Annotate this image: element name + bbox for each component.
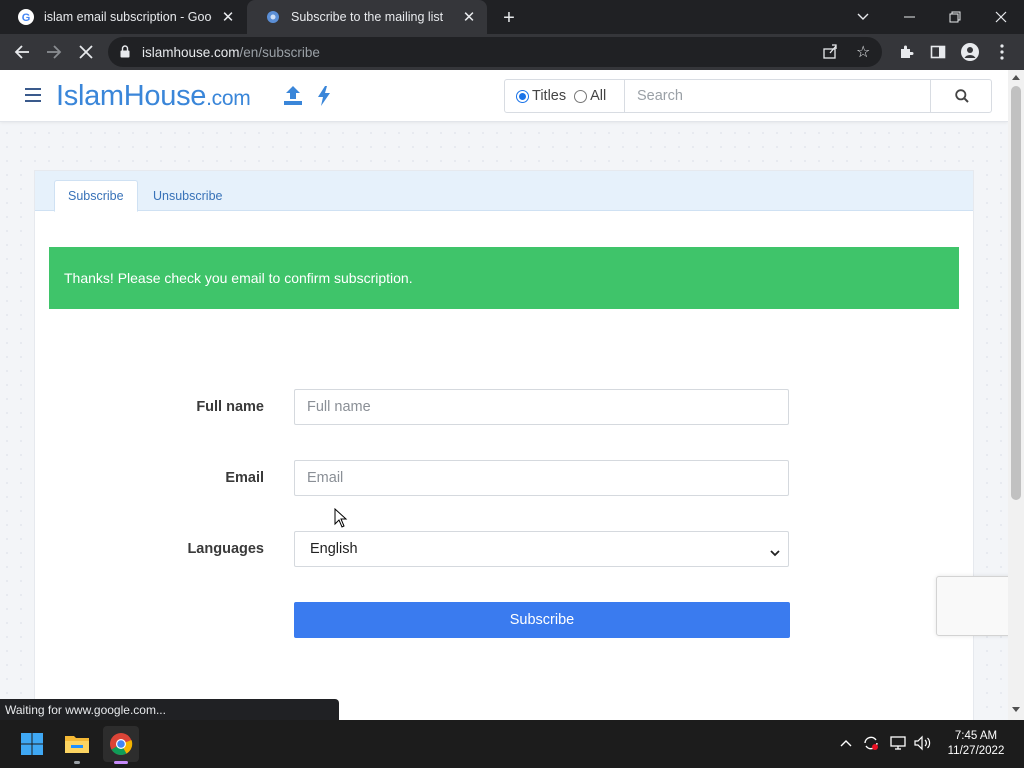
lock-icon[interactable]: [120, 45, 130, 63]
radio-checked-icon: [516, 89, 529, 103]
email-label: Email: [225, 470, 264, 486]
restore-icon[interactable]: [932, 0, 978, 34]
scope-titles-radio[interactable]: Titles: [516, 88, 566, 104]
back-icon[interactable]: [8, 38, 36, 66]
tray-overflow-chevron-icon[interactable]: [840, 734, 852, 752]
sync-alert-icon[interactable]: [862, 735, 880, 756]
page-viewport: IslamHouse.com Titles All Subscribe Unsu…: [0, 70, 1008, 720]
windows-start-icon[interactable]: [14, 726, 50, 762]
tab-title: islam email subscription - Google: [44, 10, 212, 24]
browser-toolbar: islamhouse.com/en/subscribe ☆: [0, 34, 1024, 70]
language-select[interactable]: English: [294, 531, 789, 567]
panel-tabs: Subscribe Unsubscribe: [35, 171, 973, 212]
windows-taskbar: 7:45 AM 11/27/2022: [0, 720, 1024, 768]
subscribe-button[interactable]: Subscribe: [294, 602, 790, 638]
tab-subscribe[interactable]: Subscribe: [54, 180, 138, 212]
chrome-active-indicator: [114, 761, 128, 764]
menu-kebab-icon[interactable]: [988, 38, 1016, 66]
extensions-icon[interactable]: [892, 38, 920, 66]
clock-time: 7:45 AM: [954, 730, 998, 742]
new-tab-icon[interactable]: +: [498, 7, 520, 29]
status-bubble: Waiting for www.google.com...: [0, 699, 339, 720]
site-header: IslamHouse.com Titles All: [0, 70, 1008, 122]
taskbar-clock[interactable]: 7:45 AM 11/27/2022: [940, 729, 1012, 759]
site-favicon-icon: [265, 9, 281, 25]
upload-icon[interactable]: [283, 85, 303, 112]
hamburger-menu-icon[interactable]: [25, 88, 41, 102]
search-input[interactable]: [627, 81, 929, 111]
minimize-icon[interactable]: [886, 0, 932, 34]
scroll-up-icon[interactable]: [1012, 75, 1020, 80]
share-icon[interactable]: [822, 43, 838, 64]
site-logo[interactable]: IslamHouse.com: [56, 80, 251, 113]
scrollbar-thumb[interactable]: [1011, 86, 1021, 500]
page-scrollbar[interactable]: [1008, 70, 1024, 720]
search-group: Titles All: [504, 79, 992, 113]
search-scope: Titles All: [505, 80, 625, 112]
radio-unchecked-icon: [574, 89, 588, 103]
close-tab-icon[interactable]: ✕: [461, 9, 477, 26]
success-alert: Thanks! Please check you email to confir…: [49, 247, 959, 309]
scroll-down-icon[interactable]: [1012, 707, 1020, 712]
close-window-icon[interactable]: [978, 0, 1024, 34]
svg-text:G: G: [22, 12, 31, 24]
close-tab-icon[interactable]: ✕: [220, 9, 236, 26]
search-button[interactable]: [930, 80, 992, 112]
bookmark-star-icon[interactable]: ☆: [856, 42, 870, 62]
email-field[interactable]: [294, 460, 789, 496]
file-explorer-icon[interactable]: [59, 726, 95, 762]
languages-label: Languages: [187, 541, 264, 557]
scope-all-radio[interactable]: All: [574, 88, 606, 104]
volume-icon[interactable]: [914, 735, 932, 756]
chrome-taskbar-icon[interactable]: [103, 726, 139, 762]
lightning-icon[interactable]: [316, 85, 332, 112]
profile-icon[interactable]: [956, 38, 984, 66]
browser-tab-subscribe[interactable]: Subscribe to the mailing list ✕: [247, 0, 487, 34]
tab-title: Subscribe to the mailing list: [291, 10, 444, 24]
search-icon: [954, 89, 969, 103]
mouse-cursor-icon: [334, 508, 348, 528]
google-icon: G: [18, 9, 34, 25]
url-text: islamhouse.com/en/subscribe: [142, 45, 320, 60]
tab-unsubscribe[interactable]: Unsubscribe: [140, 180, 235, 211]
chevron-down-icon: [770, 545, 780, 561]
browser-tabstrip: G islam email subscription - Google ✕ Su…: [0, 0, 1024, 34]
forward-icon[interactable]: [40, 38, 68, 66]
clock-date: 11/27/2022: [947, 745, 1005, 757]
subscribe-panel: Subscribe Unsubscribe Thanks! Please che…: [34, 170, 974, 720]
fullname-field[interactable]: [294, 389, 789, 425]
browser-tab-google[interactable]: G islam email subscription - Google ✕: [0, 0, 246, 34]
side-panel-icon[interactable]: [924, 38, 952, 66]
recaptcha-badge[interactable]: [936, 576, 1016, 636]
stop-loading-icon[interactable]: [72, 38, 100, 66]
language-select-value: English: [310, 541, 358, 557]
network-icon[interactable]: [890, 735, 908, 756]
fullname-label: Full name: [196, 399, 264, 415]
explorer-running-indicator: [74, 761, 80, 764]
tab-search-icon[interactable]: [840, 0, 886, 34]
address-bar[interactable]: islamhouse.com/en/subscribe ☆: [108, 37, 882, 67]
